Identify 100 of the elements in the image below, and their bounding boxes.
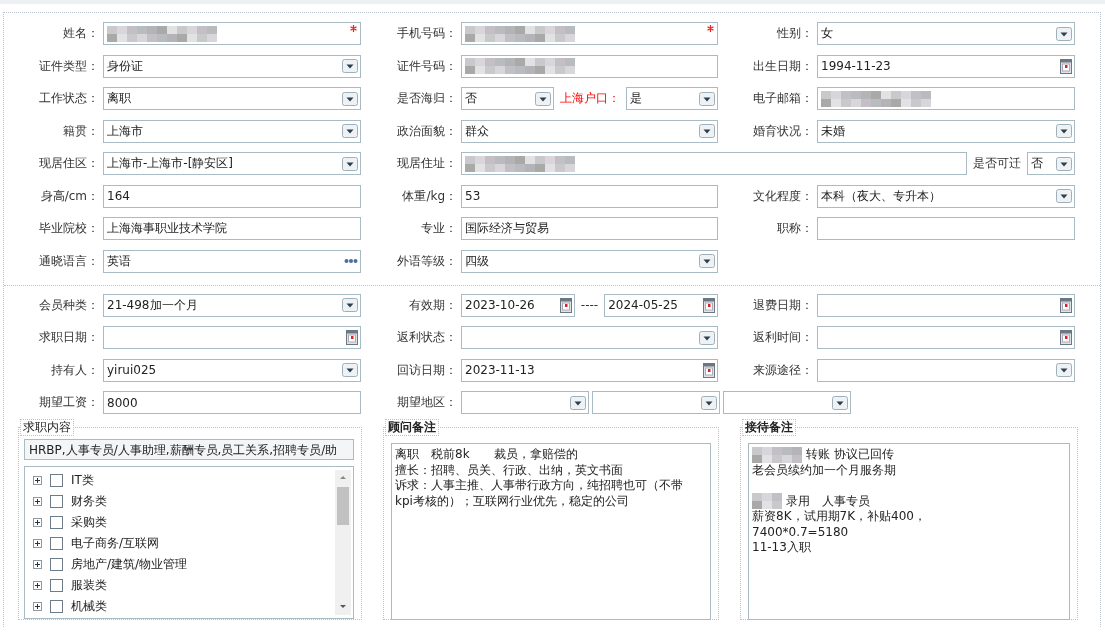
- text-field[interactable]: 8000: [103, 391, 361, 414]
- field-label: 是否可迁: [972, 155, 1022, 172]
- dropdown-field[interactable]: 未婚: [817, 119, 1075, 143]
- field-label: 籍贯：: [62, 122, 100, 140]
- dropdown-field[interactable]: 本科（夜大、专升本）: [817, 184, 1075, 208]
- text-field[interactable]: [461, 54, 718, 78]
- dropdown-field[interactable]: 上海市: [103, 119, 361, 143]
- caret-icon: [1056, 156, 1072, 171]
- text-field[interactable]: [461, 22, 718, 45]
- caret-icon: [1056, 363, 1072, 377]
- field-label: 外语等级：: [396, 252, 458, 270]
- date-field[interactable]: [817, 326, 1075, 349]
- dropdown-field[interactable]: 女: [817, 22, 1075, 45]
- date-field[interactable]: 2023-10-26: [461, 293, 575, 317]
- field-label: 出生日期：: [752, 57, 814, 75]
- note-text: 7400*0.7=5180: [752, 524, 850, 540]
- dropdown-field[interactable]: 离职: [103, 87, 361, 110]
- caret-icon: [699, 91, 715, 106]
- text-field[interactable]: 53: [461, 184, 718, 208]
- caret-icon: [1056, 124, 1072, 138]
- field-label: 身高/cm：: [39, 187, 100, 205]
- field-label: 性别：: [776, 25, 814, 42]
- dropdown-field[interactable]: 是: [625, 87, 718, 110]
- caret-icon: [570, 395, 586, 410]
- field-label: 来源途径：: [752, 361, 814, 379]
- field-label: 证件号码：: [396, 57, 458, 75]
- field-label: 期望地区：: [396, 394, 458, 411]
- note-text: 转账 协议已回传: [806, 447, 894, 463]
- calendar-icon: [703, 297, 715, 313]
- note-text: 薪资8K，试用期7K，补贴400，: [752, 509, 927, 525]
- field-label: 返利时间：: [752, 329, 814, 346]
- field-label: 回访日期：: [396, 361, 458, 379]
- tree-item-label[interactable]: 电子商务/互联网: [71, 535, 160, 552]
- text-field[interactable]: 国际经济与贸易: [461, 217, 718, 240]
- date-field[interactable]: 2024-05-25: [604, 293, 718, 317]
- dropdown-field[interactable]: 四级: [461, 249, 718, 273]
- field-label: 政治面貌：: [396, 122, 458, 140]
- field-label: ----: [579, 298, 600, 312]
- date-field[interactable]: [817, 293, 1075, 317]
- field-label: 会员种类：: [38, 296, 100, 314]
- text-field[interactable]: 164: [103, 184, 361, 208]
- field-label: 退费日期：: [752, 296, 814, 314]
- text-field[interactable]: [103, 22, 361, 45]
- tree-item-label[interactable]: 机械类: [71, 598, 107, 615]
- field-label: 现居住区：: [38, 155, 100, 172]
- field-label: 毕业院校：: [38, 220, 100, 237]
- dropdown-field[interactable]: 上海市-上海市-[静安区]: [103, 152, 361, 175]
- more-icon: [344, 258, 358, 264]
- field-label: 专业：: [420, 220, 458, 237]
- field-label: 证件类型：: [38, 57, 100, 75]
- tree-item-label[interactable]: IT类: [71, 472, 94, 489]
- tree-item-label[interactable]: 财务类: [71, 493, 107, 510]
- field-label: 有效期：: [408, 296, 458, 314]
- field-label: 婚育状况：: [752, 122, 814, 140]
- calendar-icon: [1060, 58, 1072, 74]
- caret-icon: [1056, 26, 1072, 41]
- dropdown-field[interactable]: 身份证: [103, 54, 361, 78]
- field-label: 职称：: [776, 220, 814, 237]
- dropdown-field[interactable]: 群众: [461, 119, 718, 143]
- dropdown-field[interactable]: [592, 391, 720, 414]
- calendar-icon: [703, 362, 715, 378]
- dropdown-field[interactable]: [817, 358, 1075, 382]
- caret-icon: [832, 395, 848, 410]
- dropdown-field[interactable]: yirui025: [103, 358, 361, 382]
- caret-icon: [699, 254, 715, 268]
- dropdown-field[interactable]: 否: [461, 87, 554, 110]
- note-text: 擅长：招聘、员关、行政、出纳，英文书面: [395, 462, 624, 478]
- field-label: 体重/kg：: [401, 187, 458, 205]
- date-field[interactable]: [103, 326, 361, 349]
- text-field[interactable]: [461, 152, 967, 175]
- caret-icon: [1056, 189, 1072, 203]
- field-label: 文化程度：: [752, 187, 814, 205]
- lookup-field[interactable]: 英语: [103, 249, 361, 273]
- text-field[interactable]: [817, 87, 1075, 110]
- calendar-icon: [559, 297, 572, 313]
- dropdown-field[interactable]: 否: [1027, 152, 1075, 175]
- note-text: 离职 税前8k 裁员，拿赔偿的: [395, 447, 579, 463]
- tree-item-label[interactable]: 采购类: [71, 514, 107, 531]
- date-field[interactable]: 1994-11-23: [817, 54, 1075, 78]
- field-label: 通晓语言：: [38, 252, 100, 270]
- caret-icon: [534, 91, 551, 106]
- note-text: kpi考核的）；互联网行业优先，稳定的公司: [395, 493, 630, 509]
- caret-icon: [342, 298, 358, 312]
- text-field[interactable]: [817, 217, 1075, 240]
- tree-item-label[interactable]: 服装类: [71, 577, 107, 594]
- dropdown-field[interactable]: [723, 391, 851, 414]
- caret-icon: [701, 395, 717, 410]
- caret-icon: [699, 330, 715, 345]
- note-text: 诉求：人事主推、人事带行政方向，纯招聘也可（不带: [395, 478, 684, 494]
- field-label: 手机号码：: [396, 25, 458, 42]
- field-label: 现居住址：: [396, 155, 458, 172]
- field-label: 上海户口：: [558, 90, 621, 107]
- dropdown-field[interactable]: 21-498加一个月: [103, 293, 361, 317]
- calendar-icon: [1060, 297, 1072, 313]
- dropdown-field[interactable]: [461, 391, 589, 414]
- calendar-icon: [1060, 330, 1072, 345]
- date-field[interactable]: 2023-11-13: [461, 358, 718, 382]
- text-field[interactable]: 上海海事职业技术学院: [103, 217, 361, 240]
- tree-item-label[interactable]: 房地产/建筑/物业管理: [71, 556, 188, 573]
- dropdown-field[interactable]: [461, 326, 718, 349]
